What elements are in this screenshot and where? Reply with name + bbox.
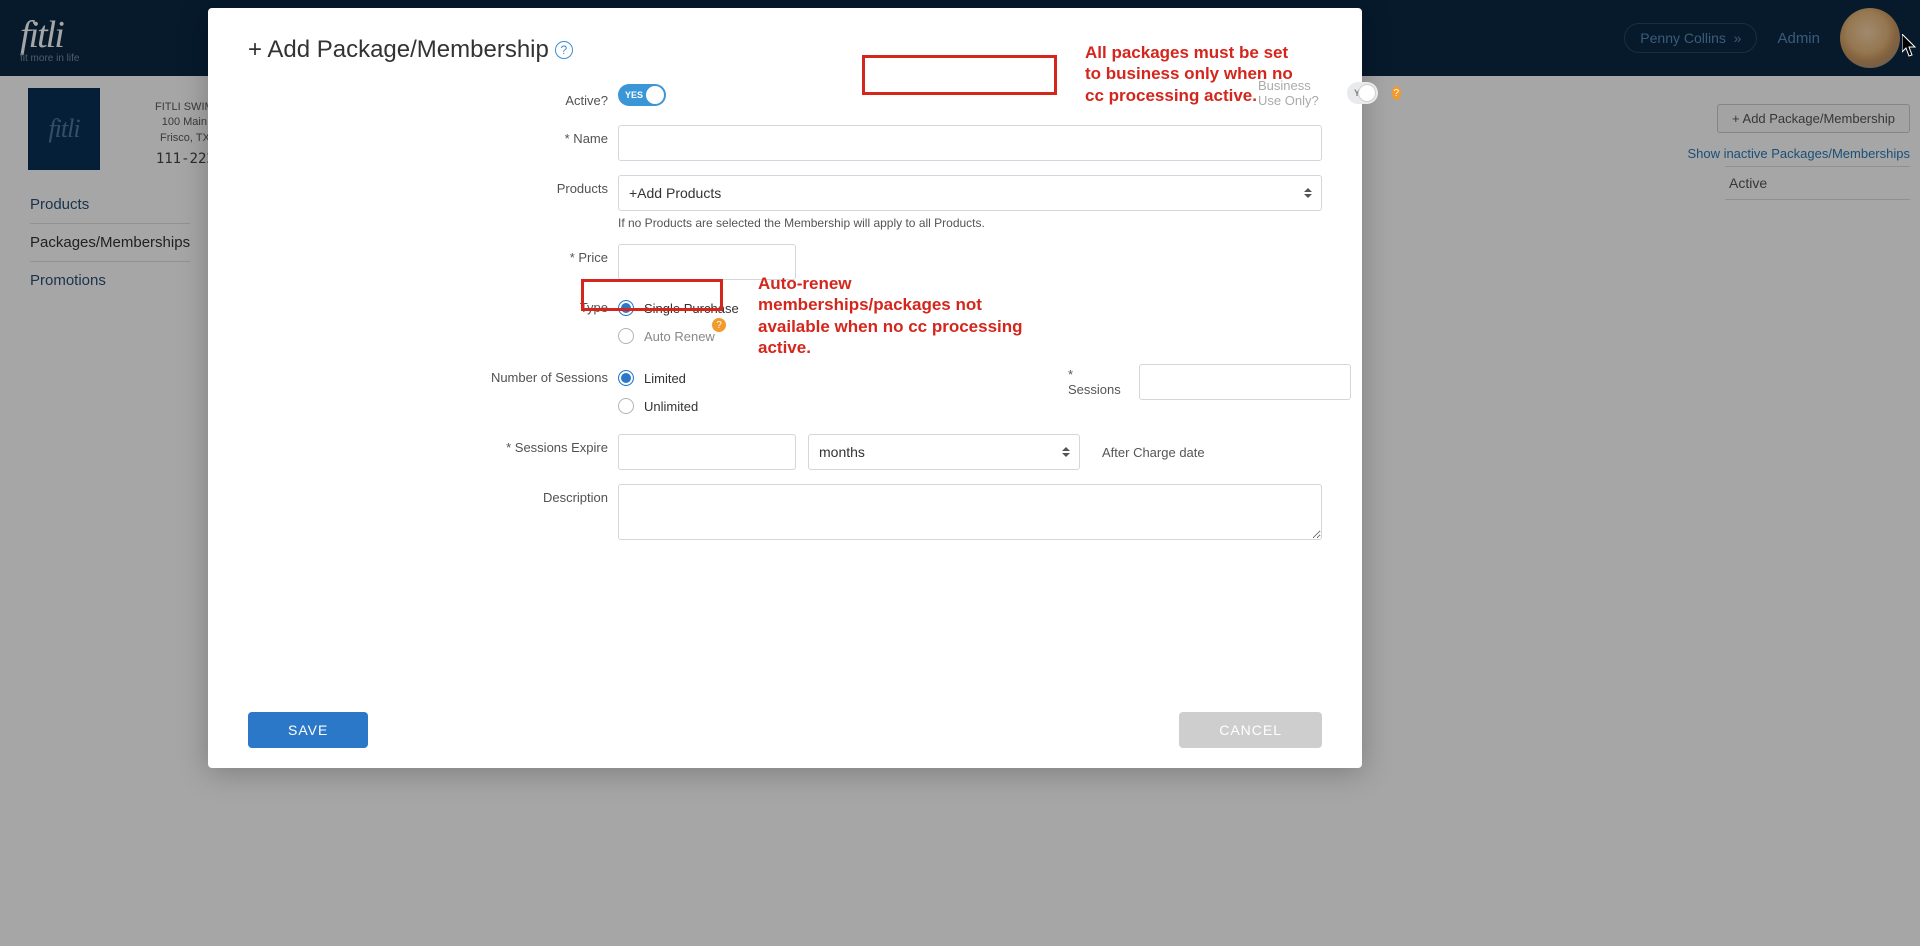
- modal-title-text: + Add Package/Membership: [248, 36, 549, 64]
- products-helper: If no Products are selected the Membersh…: [618, 216, 1322, 230]
- radio-unlimited[interactable]: [618, 398, 634, 414]
- label-active: Active?: [248, 87, 618, 108]
- radio-label-auto-renew: Auto Renew: [644, 329, 715, 344]
- description-input[interactable]: [618, 484, 1322, 540]
- name-input[interactable]: [618, 125, 1322, 161]
- radio-label-unlimited: Unlimited: [644, 399, 698, 414]
- radio-label-single-purchase: Single Purchase: [644, 301, 739, 316]
- cancel-button[interactable]: CANCEL: [1179, 712, 1322, 748]
- label-type: Type: [248, 294, 618, 315]
- label-num-sessions: Number of Sessions: [248, 364, 618, 385]
- annotation-text-biz: All packages must be set to business onl…: [1085, 42, 1305, 106]
- sessions-expire-input[interactable]: [618, 434, 796, 470]
- help-icon[interactable]: ?: [1392, 86, 1401, 100]
- radio-single-purchase[interactable]: [618, 300, 634, 316]
- products-select[interactable]: +Add Products: [618, 175, 1322, 211]
- annotation-text-auto: Auto-renew memberships/packages not avai…: [758, 273, 1028, 358]
- label-description: Description: [248, 484, 618, 505]
- radio-limited[interactable]: [618, 370, 634, 386]
- label-price: * Price: [248, 244, 618, 265]
- label-sessions-expire: * Sessions Expire: [248, 434, 618, 455]
- after-charge-text: After Charge date: [1102, 445, 1205, 460]
- label-products: Products: [248, 175, 618, 196]
- business-use-toggle[interactable]: YES: [1347, 82, 1378, 104]
- label-name: * Name: [248, 125, 618, 146]
- save-button[interactable]: SAVE: [248, 712, 368, 748]
- add-package-modal: + Add Package/Membership ? Active? YES B…: [208, 8, 1362, 768]
- radio-auto-renew[interactable]: [618, 328, 634, 344]
- help-icon[interactable]: ?: [712, 318, 726, 332]
- radio-label-limited: Limited: [644, 371, 686, 386]
- modal-footer: SAVE CANCEL: [248, 692, 1322, 748]
- label-sessions: * Sessions: [1068, 367, 1127, 397]
- sessions-input[interactable]: [1139, 364, 1350, 400]
- active-toggle[interactable]: YES: [618, 84, 666, 106]
- expire-units-select[interactable]: months: [808, 434, 1080, 470]
- help-icon[interactable]: ?: [555, 41, 573, 59]
